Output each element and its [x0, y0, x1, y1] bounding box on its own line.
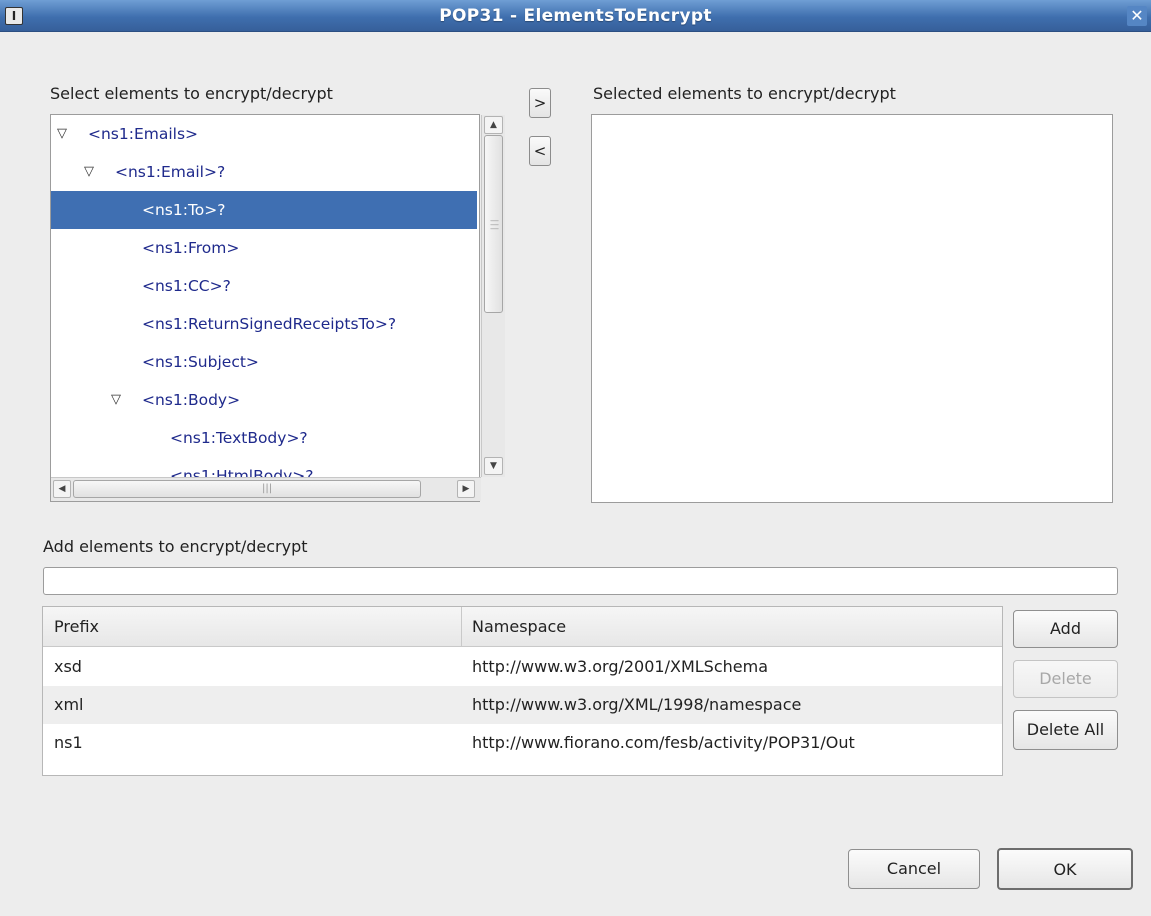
tree-item-return-signed-receipts-to[interactable]: <ns1:ReturnSignedReceiptsTo>? [51, 305, 477, 343]
table-row[interactable]: xml http://www.w3.org/XML/1998/namespace [43, 686, 1002, 724]
tree-horizontal-scrollbar[interactable]: ◀ ||| ▶ [51, 477, 481, 501]
tree-item-from[interactable]: <ns1:From> [51, 229, 477, 267]
window-title: POP31 - ElementsToEncrypt [439, 6, 712, 26]
triangle-down-icon[interactable]: ▽ [84, 153, 94, 191]
delete-all-button[interactable]: Delete All [1013, 710, 1118, 750]
table-row[interactable]: ns1 http://www.fiorano.com/fesb/activity… [43, 724, 1002, 762]
table-row[interactable]: xsd http://www.w3.org/2001/XMLSchema [43, 648, 1002, 686]
arrow-up-icon[interactable]: ▲ [484, 116, 503, 134]
prefix-cell: xml [54, 695, 84, 714]
tree-view: ▽ <ns1:Emails> ▽ <ns1:Email>? <ns1:To>? … [51, 115, 477, 477]
add-elements-label: Add elements to encrypt/decrypt [43, 537, 308, 556]
grip-icon: — — — [490, 216, 499, 234]
add-selected-button[interactable]: > [529, 88, 551, 118]
tree-item-label: <ns1:Email>? [115, 163, 226, 181]
prefix-cell: ns1 [54, 733, 83, 752]
tree-item-to[interactable]: <ns1:To>? [51, 191, 477, 229]
ok-button[interactable]: OK [997, 848, 1133, 890]
tree-item-label: <ns1:Body> [142, 391, 241, 409]
title-bar: I POP31 - ElementsToEncrypt ✕ [0, 0, 1151, 32]
add-button[interactable]: Add [1013, 610, 1118, 648]
prefix-cell: xsd [54, 657, 82, 676]
triangle-down-icon[interactable]: ▽ [111, 381, 121, 419]
namespace-table: Prefix Namespace xsd http://www.w3.org/2… [42, 606, 1003, 776]
namespace-cell: http://www.fiorano.com/fesb/activity/POP… [472, 733, 855, 752]
tree-item-label: <ns1:HtmlBody>? [170, 467, 314, 477]
close-button[interactable]: ✕ [1127, 6, 1147, 26]
arrow-down-icon[interactable]: ▼ [484, 457, 503, 475]
tree-item-label: <ns1:TextBody>? [170, 429, 308, 447]
tree-item-html-body[interactable]: <ns1:HtmlBody>? [51, 457, 477, 477]
triangle-down-icon[interactable]: ▽ [57, 115, 67, 153]
tree-item-subject[interactable]: <ns1:Subject> [51, 343, 477, 381]
tree-item-body[interactable]: ▽ <ns1:Body> [51, 381, 477, 419]
element-tree: ▽ <ns1:Emails> ▽ <ns1:Email>? <ns1:To>? … [50, 114, 505, 502]
arrow-right-icon[interactable]: ▶ [457, 480, 475, 498]
delete-button[interactable]: Delete [1013, 660, 1118, 698]
tree-item-label: <ns1:Emails> [88, 125, 199, 143]
remove-selected-button[interactable]: < [529, 136, 551, 166]
tree-item-text-body[interactable]: <ns1:TextBody>? [51, 419, 477, 457]
namespace-cell: http://www.w3.org/2001/XMLSchema [472, 657, 768, 676]
column-divider[interactable] [461, 607, 462, 647]
vertical-scroll-thumb[interactable]: — — — [484, 135, 503, 313]
tree-vertical-scrollbar[interactable]: ▲ — — — ▼ [481, 115, 505, 477]
select-elements-label: Select elements to encrypt/decrypt [50, 84, 333, 103]
add-elements-input[interactable] [43, 567, 1118, 595]
tree-item-email[interactable]: ▽ <ns1:Email>? [51, 153, 477, 191]
namespace-cell: http://www.w3.org/XML/1998/namespace [472, 695, 802, 714]
column-header-namespace[interactable]: Namespace [472, 607, 566, 647]
selected-elements-label: Selected elements to encrypt/decrypt [593, 84, 896, 103]
tree-item-label: <ns1:CC>? [142, 277, 231, 295]
tree-item-label: <ns1:Subject> [142, 353, 259, 371]
grip-icon: ||| [262, 483, 273, 494]
cancel-button[interactable]: Cancel [848, 849, 980, 889]
tree-item-emails[interactable]: ▽ <ns1:Emails> [51, 115, 477, 153]
arrow-left-icon[interactable]: ◀ [53, 480, 71, 498]
table-header: Prefix Namespace [43, 607, 1002, 647]
horizontal-scroll-thumb[interactable]: ||| [73, 480, 421, 498]
tree-item-label: <ns1:To>? [142, 201, 226, 219]
tree-item-label: <ns1:From> [142, 239, 240, 257]
tree-item-label: <ns1:ReturnSignedReceiptsTo>? [142, 315, 397, 333]
selected-elements-list[interactable] [591, 114, 1113, 503]
tree-item-cc[interactable]: <ns1:CC>? [51, 267, 477, 305]
column-header-prefix[interactable]: Prefix [54, 607, 99, 647]
